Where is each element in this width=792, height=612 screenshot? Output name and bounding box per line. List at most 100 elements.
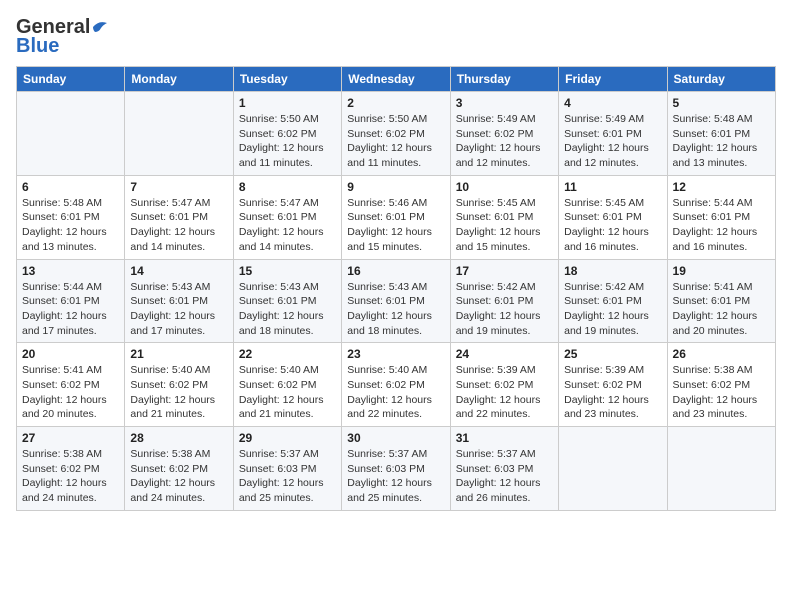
daylight-text: Daylight: 12 hours (22, 310, 107, 322)
daylight-text-cont: and 17 minutes. (22, 325, 97, 337)
daylight-text: Daylight: 12 hours (22, 226, 107, 238)
calendar-day-cell: 26Sunrise: 5:38 AMSunset: 6:02 PMDayligh… (667, 343, 775, 427)
day-info: Sunrise: 5:44 AMSunset: 6:01 PMDaylight:… (673, 196, 770, 255)
daylight-text-cont: and 23 minutes. (673, 408, 748, 420)
daylight-text: Daylight: 12 hours (564, 310, 649, 322)
day-info: Sunrise: 5:37 AMSunset: 6:03 PMDaylight:… (239, 447, 336, 506)
daylight-text-cont: and 14 minutes. (239, 241, 314, 253)
day-number: 3 (456, 96, 553, 110)
daylight-text-cont: and 15 minutes. (456, 241, 531, 253)
daylight-text: Daylight: 12 hours (673, 310, 758, 322)
day-info: Sunrise: 5:37 AMSunset: 6:03 PMDaylight:… (347, 447, 444, 506)
day-info: Sunrise: 5:40 AMSunset: 6:02 PMDaylight:… (347, 363, 444, 422)
daylight-text-cont: and 20 minutes. (22, 408, 97, 420)
calendar-day-cell: 27Sunrise: 5:38 AMSunset: 6:02 PMDayligh… (17, 427, 125, 511)
day-info: Sunrise: 5:44 AMSunset: 6:01 PMDaylight:… (22, 280, 119, 339)
daylight-text-cont: and 13 minutes. (22, 241, 97, 253)
sunset-text: Sunset: 6:02 PM (673, 379, 751, 391)
daylight-text-cont: and 25 minutes. (239, 492, 314, 504)
calendar-week-row: 27Sunrise: 5:38 AMSunset: 6:02 PMDayligh… (17, 427, 776, 511)
sunrise-text: Sunrise: 5:38 AM (22, 448, 102, 460)
day-number: 18 (564, 264, 661, 278)
daylight-text: Daylight: 12 hours (239, 394, 324, 406)
daylight-text-cont: and 11 minutes. (239, 157, 313, 169)
sunrise-text: Sunrise: 5:40 AM (130, 364, 210, 376)
calendar-day-cell: 11Sunrise: 5:45 AMSunset: 6:01 PMDayligh… (559, 175, 667, 259)
day-number: 7 (130, 180, 227, 194)
sunrise-text: Sunrise: 5:37 AM (456, 448, 536, 460)
day-number: 8 (239, 180, 336, 194)
calendar-day-cell: 10Sunrise: 5:45 AMSunset: 6:01 PMDayligh… (450, 175, 558, 259)
sunset-text: Sunset: 6:02 PM (347, 128, 425, 140)
calendar-day-cell: 5Sunrise: 5:48 AMSunset: 6:01 PMDaylight… (667, 92, 775, 176)
daylight-text: Daylight: 12 hours (239, 142, 324, 154)
day-info: Sunrise: 5:48 AMSunset: 6:01 PMDaylight:… (22, 196, 119, 255)
day-number: 26 (673, 347, 770, 361)
daylight-text-cont: and 19 minutes. (564, 325, 639, 337)
day-number: 9 (347, 180, 444, 194)
sunset-text: Sunset: 6:01 PM (564, 128, 642, 140)
daylight-text-cont: and 15 minutes. (347, 241, 422, 253)
daylight-text: Daylight: 12 hours (22, 394, 107, 406)
sunrise-text: Sunrise: 5:41 AM (22, 364, 102, 376)
calendar-day-cell (559, 427, 667, 511)
daylight-text: Daylight: 12 hours (22, 477, 107, 489)
day-info: Sunrise: 5:41 AMSunset: 6:02 PMDaylight:… (22, 363, 119, 422)
day-number: 5 (673, 96, 770, 110)
day-of-week-header: Monday (125, 67, 233, 92)
logo: General Blue (16, 16, 109, 58)
calendar-day-cell: 8Sunrise: 5:47 AMSunset: 6:01 PMDaylight… (233, 175, 341, 259)
day-info: Sunrise: 5:43 AMSunset: 6:01 PMDaylight:… (130, 280, 227, 339)
day-info: Sunrise: 5:37 AMSunset: 6:03 PMDaylight:… (456, 447, 553, 506)
day-info: Sunrise: 5:45 AMSunset: 6:01 PMDaylight:… (564, 196, 661, 255)
day-number: 14 (130, 264, 227, 278)
sunset-text: Sunset: 6:02 PM (456, 379, 534, 391)
daylight-text-cont: and 16 minutes. (564, 241, 639, 253)
calendar-day-cell: 28Sunrise: 5:38 AMSunset: 6:02 PMDayligh… (125, 427, 233, 511)
sunrise-text: Sunrise: 5:49 AM (564, 113, 644, 125)
day-info: Sunrise: 5:40 AMSunset: 6:02 PMDaylight:… (130, 363, 227, 422)
calendar-day-cell: 17Sunrise: 5:42 AMSunset: 6:01 PMDayligh… (450, 259, 558, 343)
day-number: 10 (456, 180, 553, 194)
sunrise-text: Sunrise: 5:50 AM (347, 113, 427, 125)
day-number: 12 (673, 180, 770, 194)
sunrise-text: Sunrise: 5:39 AM (564, 364, 644, 376)
sunset-text: Sunset: 6:01 PM (564, 211, 642, 223)
sunset-text: Sunset: 6:01 PM (239, 211, 317, 223)
sunset-text: Sunset: 6:01 PM (347, 295, 425, 307)
sunset-text: Sunset: 6:01 PM (456, 211, 534, 223)
page-header: General Blue (16, 16, 776, 58)
calendar-day-cell: 14 Sunrise: 5:43 AMSunset: 6:01 PMDayligh… (125, 259, 233, 343)
daylight-text: Daylight: 12 hours (673, 394, 758, 406)
day-info: Sunrise: 5:43 AMSunset: 6:01 PMDaylight:… (347, 280, 444, 339)
sunrise-text: Sunrise: 5:47 AM (239, 197, 319, 209)
day-info: Sunrise: 5:47 AMSunset: 6:01 PMDaylight:… (130, 196, 227, 255)
day-number: 31 (456, 431, 553, 445)
daylight-text-cont: and 18 minutes. (239, 325, 314, 337)
sunset-text: Sunset: 6:01 PM (456, 295, 534, 307)
day-of-week-header: Thursday (450, 67, 558, 92)
logo-bird-icon (91, 18, 109, 36)
daylight-text: Daylight: 12 hours (239, 477, 324, 489)
sunset-text: Sunset: 6:02 PM (564, 379, 642, 391)
sunset-text: Sunset: 6:01 PM (564, 295, 642, 307)
day-number: 22 (239, 347, 336, 361)
daylight-text: Daylight: 12 hours (347, 394, 432, 406)
day-number: 30 (347, 431, 444, 445)
sunrise-text: Sunrise: 5:40 AM (347, 364, 427, 376)
daylight-text: Daylight: 12 hours (347, 226, 432, 238)
daylight-text-cont: and 25 minutes. (347, 492, 422, 504)
sunset-text: Sunset: 6:03 PM (239, 463, 317, 475)
day-number: 29 (239, 431, 336, 445)
day-number: 17 (456, 264, 553, 278)
calendar-day-cell: 6Sunrise: 5:48 AMSunset: 6:01 PMDaylight… (17, 175, 125, 259)
sunrise-text: Sunrise: 5:49 AM (456, 113, 536, 125)
sunset-text: Sunset: 6:02 PM (239, 128, 317, 140)
daylight-text-cont: and 22 minutes. (347, 408, 422, 420)
sunset-text: Sunset: 6:01 PM (130, 211, 208, 223)
sunset-text: Sunset: 6:01 PM (673, 211, 751, 223)
daylight-text: Daylight: 12 hours (456, 310, 541, 322)
sunrise-text: Sunrise: 5:48 AM (673, 113, 753, 125)
daylight-text: Daylight: 12 hours (347, 142, 432, 154)
sunrise-text: Sunrise: 5:42 AM (564, 281, 644, 293)
